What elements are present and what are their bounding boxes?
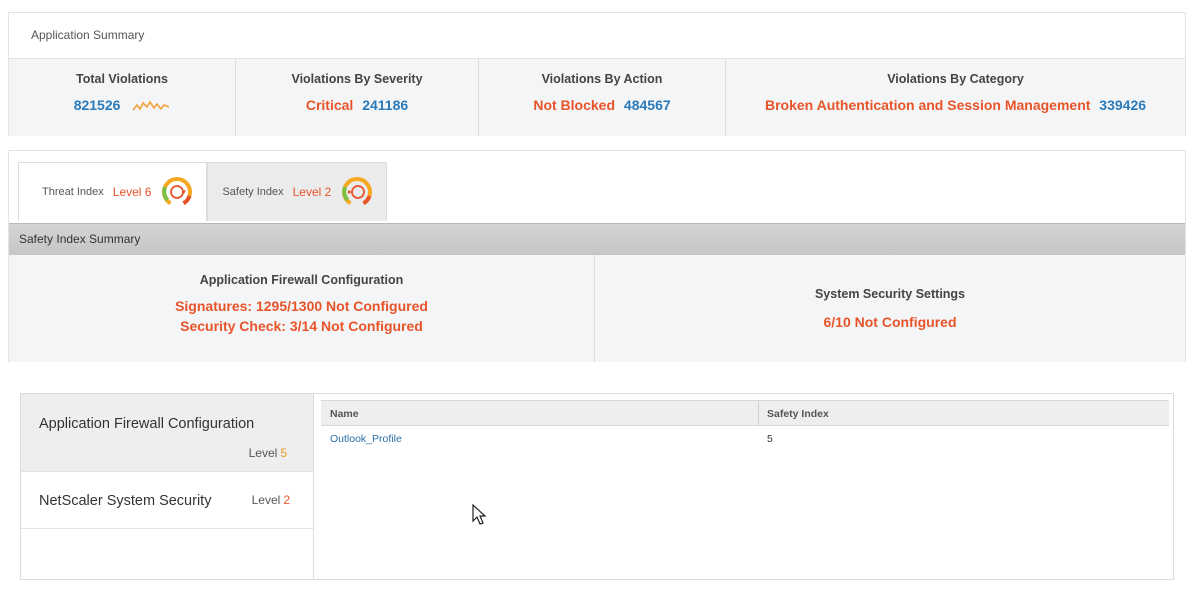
action-name: Not Blocked bbox=[533, 97, 616, 113]
threat-gauge-icon bbox=[162, 177, 193, 206]
tab-safety-index-label: Safety Index bbox=[222, 186, 284, 198]
tab-safety-index[interactable]: Safety Index Level 2 bbox=[207, 162, 388, 221]
table-header: Name Safety Index bbox=[321, 400, 1169, 426]
side-item-system-security[interactable]: NetScaler System Security Level 2 bbox=[21, 472, 313, 529]
violations-by-severity-label: Violations By Severity bbox=[291, 72, 423, 86]
violations-by-severity-cell[interactable]: Violations By Severity Critical 241186 bbox=[236, 59, 479, 136]
column-header-name[interactable]: Name bbox=[321, 401, 759, 425]
violations-by-category-label: Violations By Category bbox=[887, 72, 1024, 86]
profiles-table: Name Safety Index Outlook_Profile 5 bbox=[321, 400, 1169, 452]
side-item-label: NetScaler System Security bbox=[39, 493, 212, 509]
profile-name-link[interactable]: Outlook_Profile bbox=[321, 426, 759, 452]
signatures-status[interactable]: Signatures: 1295/1300 Not Configured bbox=[9, 298, 594, 314]
firewall-config-summary[interactable]: Application Firewall Configuration Signa… bbox=[9, 255, 595, 362]
total-violations-cell[interactable]: Total Violations 821526 bbox=[9, 59, 236, 136]
profile-safety-index: 5 bbox=[767, 433, 773, 445]
side-item-level: Level 5 bbox=[248, 446, 287, 460]
safety-detail-panel: Application Firewall Configuration Level… bbox=[20, 393, 1174, 580]
violations-by-action-cell[interactable]: Violations By Action Not Blocked 484567 bbox=[479, 59, 726, 136]
side-item-firewall-config[interactable]: Application Firewall Configuration Level… bbox=[21, 394, 313, 472]
mouse-cursor-icon bbox=[472, 504, 487, 525]
total-violations-value[interactable]: 821526 bbox=[74, 97, 121, 113]
tab-threat-index-label: Threat Index bbox=[42, 186, 104, 198]
tab-threat-index-level: Level 6 bbox=[112, 185, 152, 199]
safety-index-summary-bar: Safety Index Summary bbox=[9, 223, 1185, 255]
safety-index-summary-title: Safety Index Summary bbox=[19, 232, 141, 246]
severity-value[interactable]: 241186 bbox=[362, 97, 408, 113]
index-tabs: Threat Index Level 6 Safety Index Level … bbox=[18, 162, 388, 221]
violations-by-category-cell[interactable]: Violations By Category Broken Authentica… bbox=[726, 59, 1185, 136]
system-security-summary[interactable]: System Security Settings 6/10 Not Config… bbox=[595, 255, 1185, 362]
security-check-status[interactable]: Security Check: 3/14 Not Configured bbox=[9, 318, 594, 334]
summary-stats-row: Total Violations 821526 Violations By Se… bbox=[9, 58, 1185, 136]
tab-safety-index-level: Level 2 bbox=[292, 185, 332, 199]
sparkline-icon bbox=[132, 100, 170, 111]
action-value[interactable]: 484567 bbox=[624, 97, 671, 113]
safety-index-summary-body: Application Firewall Configuration Signa… bbox=[9, 255, 1185, 362]
total-violations-label: Total Violations bbox=[76, 72, 168, 86]
firewall-config-heading: Application Firewall Configuration bbox=[199, 273, 404, 287]
side-item-level: Level 2 bbox=[251, 493, 290, 507]
table-row[interactable]: Outlook_Profile 5 bbox=[321, 426, 1169, 452]
index-panel: Threat Index Level 6 Safety Index Level … bbox=[8, 150, 1186, 362]
category-name: Broken Authentication and Session Manage… bbox=[764, 97, 1091, 113]
severity-name: Critical bbox=[305, 97, 354, 113]
application-summary-panel: Application Summary Total Violations 821… bbox=[8, 12, 1186, 136]
system-security-status[interactable]: 6/10 Not Configured bbox=[595, 314, 1185, 330]
side-item-label: Application Firewall Configuration bbox=[39, 416, 255, 432]
tab-threat-index[interactable]: Threat Index Level 6 bbox=[18, 162, 208, 221]
safety-gauge-icon bbox=[342, 177, 373, 206]
side-list: Application Firewall Configuration Level… bbox=[21, 394, 314, 579]
violations-by-action-label: Violations By Action bbox=[541, 72, 663, 86]
column-header-safety-index[interactable]: Safety Index bbox=[759, 401, 1169, 425]
application-summary-title: Application Summary bbox=[31, 28, 145, 42]
category-value[interactable]: 339426 bbox=[1099, 97, 1146, 113]
system-security-heading: System Security Settings bbox=[814, 287, 966, 301]
